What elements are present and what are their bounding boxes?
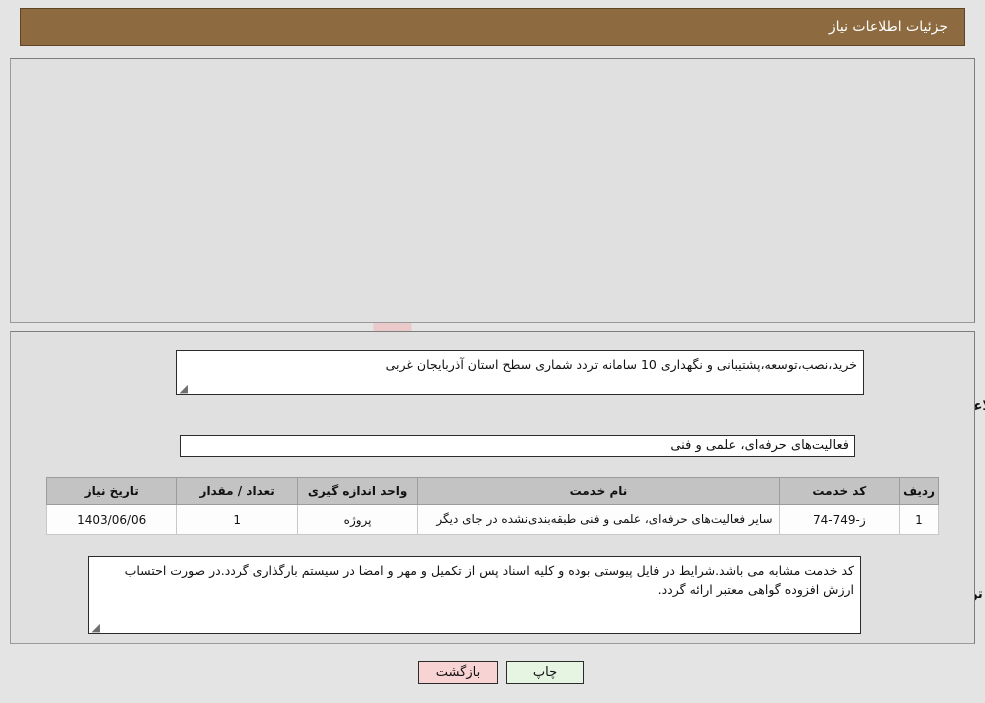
col-name: نام خدمت: [417, 477, 780, 505]
cell-name: سایر فعالیت‌های حرفه‌ای، علمی و فنی طبقه…: [417, 504, 780, 535]
cell-code: ز-749-74: [778, 504, 901, 535]
table-row: 1 ز-749-74 سایر فعالیت‌های حرفه‌ای، علمی…: [45, 504, 939, 535]
cell-unit: پروژه: [296, 504, 419, 535]
cell-radif: 1: [899, 504, 939, 535]
need-info-panel: [10, 58, 975, 323]
table-header-row: ردیف کد خدمت نام خدمت واحد اندازه گیری ت…: [45, 477, 939, 505]
col-date: تاریخ نیاز: [45, 477, 178, 505]
resize-grip-icon-notes[interactable]: ◢: [91, 622, 100, 633]
buyer-notes-text: کد خدمت مشابه می باشد.شرایط در فایل پیوس…: [124, 563, 854, 597]
page-title-bar: جزئیات اطلاعات نیاز: [20, 8, 965, 46]
col-radif: ردیف: [899, 477, 939, 505]
service-group-value: فعالیت‌های حرفه‌ای، علمی و فنی: [180, 435, 855, 457]
cell-date: 1403/06/06: [45, 504, 178, 535]
page-title: جزئیات اطلاعات نیاز: [828, 19, 948, 35]
buyer-notes-textarea[interactable]: کد خدمت مشابه می باشد.شرایط در فایل پیوس…: [88, 556, 861, 634]
col-unit: واحد اندازه گیری: [296, 477, 419, 505]
back-button[interactable]: بازگشت: [418, 661, 498, 684]
print-button[interactable]: چاپ: [506, 661, 584, 684]
services-table: ردیف کد خدمت نام خدمت واحد اندازه گیری ت…: [45, 477, 939, 535]
summary-textarea[interactable]: خرید،نصب،توسعه،پشتیبانی و نگهداری 10 سام…: [176, 350, 864, 395]
col-code: کد خدمت: [778, 477, 901, 505]
summary-text: خرید،نصب،توسعه،پشتیبانی و نگهداری 10 سام…: [385, 357, 857, 372]
page-root: AriaTender.net جزئیات اطلاعات نیاز شماره…: [0, 0, 985, 703]
resize-grip-icon[interactable]: ◢: [179, 383, 188, 394]
col-qty: تعداد / مقدار: [176, 477, 298, 505]
cell-qty: 1: [176, 504, 298, 535]
